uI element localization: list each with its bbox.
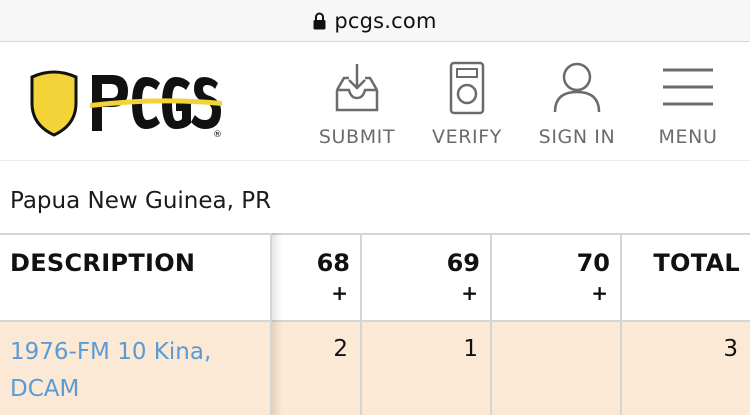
nav-submit[interactable]: SUBMIT	[302, 60, 412, 150]
lock-icon	[313, 12, 326, 30]
population-table: DESCRIPTION 68 + 69 + 70 + TOTAL 1976-FM…	[0, 233, 750, 415]
column-header-70[interactable]: 70 +	[490, 235, 620, 322]
site-header: ® SUBMIT VERIFY SIGN IN MENU	[0, 43, 750, 161]
inbox-download-icon	[335, 64, 379, 112]
browser-url-bar[interactable]: pcgs.com	[0, 0, 750, 42]
column-header-69[interactable]: 69 +	[360, 235, 490, 322]
nav-sign-in-label: SIGN IN	[538, 126, 616, 148]
nav-verify[interactable]: VERIFY	[412, 60, 522, 150]
nav-submit-label: SUBMIT	[318, 126, 396, 148]
cell-grade-70	[490, 322, 620, 415]
cell-grade-69: 1	[360, 322, 490, 415]
cell-grade-68: 2	[270, 322, 360, 415]
verify-device-icon	[449, 61, 485, 115]
nav-sign-in[interactable]: SIGN IN	[522, 60, 632, 150]
table-header: DESCRIPTION 68 + 69 + 70 + TOTAL	[0, 233, 750, 322]
nav-verify-label: VERIFY	[432, 126, 502, 148]
plus-grade-marker: +	[461, 281, 478, 305]
column-header-total[interactable]: TOTAL	[620, 235, 750, 322]
url-text: pcgs.com	[334, 8, 437, 33]
cell-total: 3	[620, 322, 750, 415]
coin-description-link[interactable]: 1976-FM 10 Kina, DCAM	[10, 334, 260, 408]
table-row: 1976-FM 10 Kina, DCAM 2 1 3	[0, 322, 750, 415]
svg-text:®: ®	[213, 130, 222, 139]
cell-description: 1976-FM 10 Kina, DCAM	[0, 322, 270, 415]
user-icon	[553, 62, 601, 113]
page-title: Papua New Guinea, PR	[10, 188, 272, 214]
nav-menu[interactable]: MENU	[633, 60, 743, 150]
column-header-68[interactable]: 68 +	[270, 235, 360, 322]
pcgs-logo[interactable]: ®	[28, 69, 224, 140]
hamburger-menu-icon	[663, 68, 713, 106]
plus-grade-marker: +	[591, 281, 608, 305]
column-header-description[interactable]: DESCRIPTION	[0, 235, 270, 322]
nav-menu-label: MENU	[658, 126, 718, 148]
plus-grade-marker: +	[331, 281, 348, 305]
